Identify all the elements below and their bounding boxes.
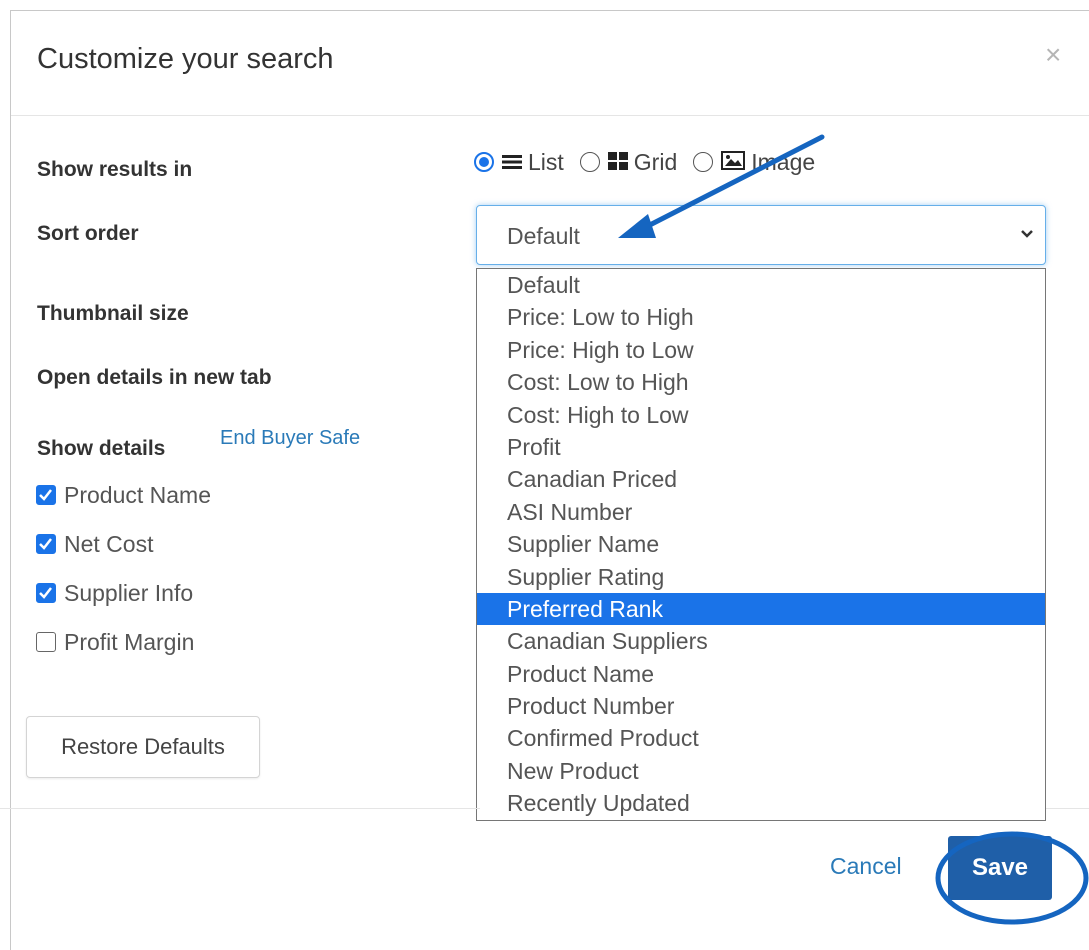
radio-image-label: Image	[751, 148, 816, 175]
supplier-info-label: Supplier Info	[64, 579, 194, 606]
sort-order-label: Sort order	[37, 222, 139, 245]
thumbnail-size-label: Thumbnail size	[37, 302, 189, 325]
sort-option-canadian-suppliers[interactable]: Canadian Suppliers	[477, 625, 1045, 657]
sort-order-dropdown: Default Price: Low to High Price: High to …	[476, 268, 1046, 821]
checkbox-row-supplier-info[interactable]: Supplier Info	[36, 580, 193, 606]
save-button[interactable]: Save	[948, 836, 1052, 900]
sort-option-preferred-rank[interactable]: Preferred Rank	[477, 592, 1045, 626]
radio-list[interactable]	[474, 152, 494, 172]
sort-option-supplier-rating[interactable]: Supplier Rating	[477, 561, 1045, 593]
sort-option-product-number[interactable]: Product Number	[477, 690, 1045, 722]
sort-option-profit[interactable]: Profit	[477, 431, 1045, 463]
sort-option-asi-number[interactable]: ASI Number	[477, 496, 1045, 528]
sort-option-new-product[interactable]: New Product	[477, 755, 1045, 787]
grid-icon	[607, 149, 628, 176]
sort-option-cost-low-to-high[interactable]: Cost: Low to High	[477, 366, 1045, 398]
list-icon	[502, 149, 522, 176]
image-icon	[721, 149, 746, 176]
radio-list-label: List	[528, 148, 564, 175]
sort-option-confirmed-product[interactable]: Confirmed Product	[477, 722, 1045, 754]
dialog-header: Customize your search ×	[11, 11, 1089, 116]
close-button[interactable]: ×	[1045, 41, 1061, 69]
sort-option-price-low-to-high[interactable]: Price: Low to High	[477, 301, 1045, 333]
sort-option-product-name[interactable]: Product Name	[477, 658, 1045, 690]
net-cost-checkbox[interactable]	[36, 534, 56, 554]
sort-option-price-high-to-low[interactable]: Price: High to Low	[477, 334, 1045, 366]
chevron-down-icon	[1019, 226, 1035, 247]
footer-divider-right	[1046, 808, 1089, 809]
close-icon: ×	[1045, 39, 1062, 70]
open-details-label: Open details in new tab	[37, 366, 272, 389]
sort-option-recently-updated[interactable]: Recently Updated	[477, 787, 1045, 819]
show-details-label: Show details	[37, 437, 166, 460]
profit-margin-checkbox[interactable]	[36, 632, 56, 652]
sort-option-cost-high-to-low[interactable]: Cost: High to Low	[477, 399, 1045, 431]
sort-option-default[interactable]: Default	[477, 269, 1045, 301]
sort-option-supplier-name[interactable]: Supplier Name	[477, 528, 1045, 560]
checkbox-row-profit-margin[interactable]: Profit Margin	[36, 629, 194, 655]
sort-order-value: Default	[507, 223, 580, 249]
radio-grid[interactable]	[579, 152, 600, 172]
dialog-title: Customize your search	[37, 43, 334, 75]
radio-image[interactable]	[693, 152, 714, 172]
end-buyer-safe-link[interactable]: End Buyer Safe	[220, 427, 360, 450]
sort-order-select[interactable]: Default	[476, 205, 1046, 265]
supplier-info-checkbox[interactable]	[36, 583, 56, 603]
footer-divider	[0, 808, 480, 809]
checkbox-row-net-cost[interactable]: Net Cost	[36, 531, 153, 557]
restore-defaults-button[interactable]: Restore Defaults	[26, 716, 260, 778]
sort-option-canadian-priced[interactable]: Canadian Priced	[477, 463, 1045, 495]
net-cost-label: Net Cost	[64, 530, 154, 557]
radio-grid-label: Grid	[633, 148, 678, 175]
show-results-label: Show results in	[37, 158, 193, 181]
product-name-checkbox[interactable]	[36, 485, 56, 505]
profit-margin-label: Profit Margin	[64, 628, 195, 655]
cancel-button[interactable]: Cancel	[830, 853, 902, 880]
checkbox-row-product-name[interactable]: Product Name	[36, 482, 211, 508]
show-results-radio-group: List Grid Image	[474, 148, 831, 176]
product-name-label: Product Name	[64, 481, 212, 508]
